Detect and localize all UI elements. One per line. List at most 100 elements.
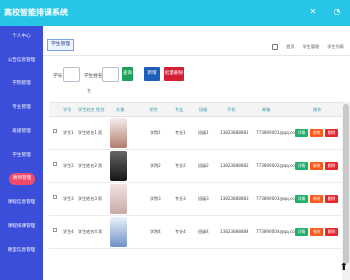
cell-email: 773890001@qq.com [256, 130, 299, 135]
cell-major: 专业4 [175, 229, 186, 234]
sidebar-item-announcements[interactable]: 公告信息管理 [0, 55, 43, 67]
header-major: 专业 [175, 107, 184, 112]
sidebar: 个人中心 公告信息管理 学院管理 专业管理 班级管理 学生管理 教师管理 课程信… [0, 26, 43, 280]
cell-class: 班级4 [198, 229, 209, 234]
sidebar-item-majors[interactable]: 专业管理 [0, 102, 43, 114]
top-header: 高校智能排课系统 ✕ ◔ [0, 0, 350, 26]
student-name-input[interactable] [102, 67, 119, 82]
student-name-label: 学生姓名 [84, 74, 103, 79]
sidebar-item-classrooms[interactable]: 教室信息管理 [0, 245, 43, 257]
cell-major: 专业1 [175, 130, 186, 135]
cell-phone: 13823888883 [220, 196, 249, 201]
table-row: 学生1 学生姓名1 男 学院1 专业1 班级1 13823888881 7738… [49, 117, 349, 150]
user-icon[interactable]: ◔ [332, 7, 342, 17]
cell-phone: 13823888881 [220, 130, 249, 135]
avatar [110, 184, 127, 214]
breadcrumb-current1[interactable]: 学生管理 [302, 44, 319, 50]
row-checkbox[interactable] [53, 162, 57, 166]
sidebar-item-personal-center[interactable]: 个人中心 [0, 31, 43, 43]
edit-button[interactable]: 修改 [310, 228, 323, 236]
cell-email: 773890003@qq.com [256, 196, 299, 201]
cell-gender: 男 [98, 130, 103, 135]
table-row: 学生3 学生姓名3 男 学院3 专业3 班级3 13823888883 7738… [49, 183, 349, 216]
cell-college: 学院1 [150, 130, 161, 135]
header-class: 班级 [199, 107, 208, 112]
cell-college: 学院2 [150, 163, 161, 168]
cell-student-name: 学生姓名4 [78, 229, 97, 234]
cell-student-name: 学生姓名1 [78, 130, 97, 135]
cell-gender: 男 [98, 196, 103, 201]
delete-button[interactable]: 删除 [325, 162, 338, 170]
header-icons: ✕ ◔ [308, 7, 342, 17]
details-button[interactable]: 详情 [295, 195, 308, 203]
header-student-id: 学号 [63, 107, 72, 112]
search-panel: 学号 学生姓名 名 查询 新增 批量删除 [49, 66, 239, 96]
sidebar-item-students[interactable]: 学生管理 [0, 150, 43, 162]
cell-phone: 13823888882 [220, 163, 249, 168]
row-checkbox[interactable] [53, 129, 57, 133]
delete-button[interactable]: 删除 [325, 129, 338, 137]
cell-student-name: 学生姓名3 [78, 196, 97, 201]
cell-college: 学院3 [150, 196, 161, 201]
app-title: 高校智能排课系统 [4, 8, 68, 17]
avatar [110, 118, 127, 148]
delete-button[interactable]: 删除 [325, 228, 338, 236]
student-id-input[interactable] [63, 67, 80, 82]
cell-college: 学院4 [150, 229, 161, 234]
add-button[interactable]: 新增 [144, 67, 160, 81]
header-student-name: 学生姓名 [78, 107, 95, 112]
cell-major: 专业2 [175, 163, 186, 168]
tab-student-management[interactable]: 学生管理 [47, 39, 75, 51]
student-table: 学号 学生姓名 性别 头像 学院 专业 班级 手机 邮箱 操作 学生1 学生姓名… [49, 102, 349, 280]
cell-email: 773890004@qq.com [256, 229, 299, 234]
breadcrumb: 首页 学生管理 学生列表 [272, 44, 344, 50]
sidebar-item-courses[interactable]: 课程信息管理 [0, 197, 43, 209]
student-name-suffix: 名 [87, 88, 91, 93]
header-avatar: 头像 [116, 107, 125, 112]
header-college: 学院 [149, 107, 158, 112]
sidebar-item-scheduling[interactable]: 课程排课管理 [0, 221, 43, 233]
header-actions: 操作 [313, 107, 322, 112]
back-to-top-icon[interactable]: ⬆ [340, 262, 348, 273]
x-icon[interactable]: ✕ [308, 7, 318, 17]
details-button[interactable]: 详情 [295, 228, 308, 236]
header-email: 邮箱 [262, 107, 271, 112]
table-header: 学号 学生姓名 性别 头像 学院 专业 班级 手机 邮箱 操作 [49, 103, 349, 117]
cell-gender: 男 [98, 163, 103, 168]
cell-gender: 男 [98, 229, 103, 234]
row-checkbox[interactable] [53, 228, 57, 232]
cell-class: 班级3 [198, 196, 209, 201]
avatar [110, 151, 127, 181]
sidebar-item-teachers[interactable]: 教师管理 [9, 173, 35, 185]
sidebar-item-classes[interactable]: 班级管理 [0, 126, 43, 138]
batch-delete-button[interactable]: 批量删除 [164, 67, 184, 81]
sidebar-item-colleges[interactable]: 学院管理 [0, 78, 43, 90]
details-button[interactable]: 详情 [295, 162, 308, 170]
student-id-label: 学号 [53, 74, 63, 79]
cell-student-id: 学生2 [63, 163, 74, 168]
cell-student-id: 学生4 [63, 229, 74, 234]
delete-button[interactable]: 删除 [325, 195, 338, 203]
cell-phone: 13823888884 [220, 229, 249, 234]
cell-major: 专业3 [175, 196, 186, 201]
tab-bar: 学生管理 首页 学生管理 学生列表 [43, 26, 350, 56]
cell-student-id: 学生3 [63, 196, 74, 201]
breadcrumb-current2: 学生列表 [327, 44, 344, 49]
breadcrumb-home[interactable]: 首页 [286, 44, 294, 50]
header-gender: 性别 [96, 107, 105, 112]
vertical-scrollbar[interactable] [342, 102, 350, 280]
edit-button[interactable]: 修改 [310, 195, 323, 203]
header-phone: 手机 [227, 107, 236, 112]
cell-class: 班级2 [198, 163, 209, 168]
row-checkbox[interactable] [53, 195, 57, 199]
cell-student-id: 学生1 [63, 130, 74, 135]
details-button[interactable]: 详情 [295, 129, 308, 137]
cell-email: 773890002@qq.com [256, 163, 299, 168]
search-button[interactable]: 查询 [122, 67, 133, 81]
edit-button[interactable]: 修改 [310, 129, 323, 137]
home-icon [272, 44, 279, 50]
table-row: 学生4 学生姓名4 男 学院4 专业4 班级4 13823888884 7738… [49, 216, 349, 249]
avatar [110, 217, 127, 247]
scroll-thumb[interactable] [343, 104, 349, 264]
edit-button[interactable]: 修改 [310, 162, 323, 170]
